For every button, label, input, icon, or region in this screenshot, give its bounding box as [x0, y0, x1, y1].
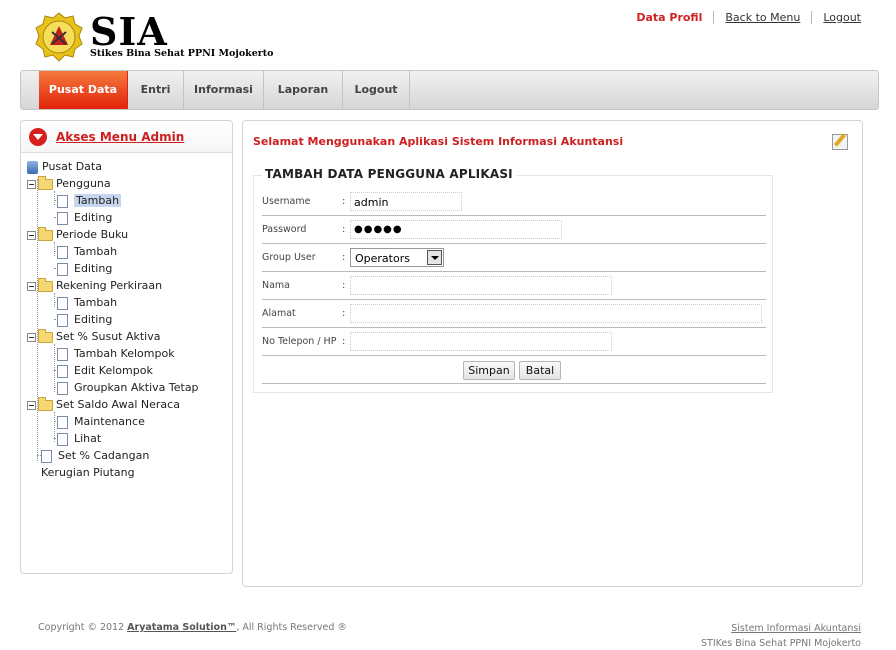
alamat-label: Alamat — [262, 308, 296, 319]
tree-item-tambah[interactable]: Tambah — [57, 295, 117, 311]
tree-item-editing[interactable]: Editing — [57, 312, 112, 328]
folder-open-icon — [38, 175, 53, 190]
row-group-user: Group User : Operators — [262, 244, 766, 272]
footer-app-link[interactable]: Sistem Informasi Akuntansi — [701, 621, 861, 636]
file-icon — [57, 415, 68, 429]
back-to-menu-link[interactable]: Back to Menu — [713, 11, 811, 24]
edit-note-icon[interactable] — [832, 134, 848, 150]
collapse-minus-icon[interactable] — [27, 332, 36, 342]
company-link[interactable]: Aryatama Solution™ — [127, 622, 236, 633]
tab-logout[interactable]: Logout — [343, 71, 410, 109]
tab-entri[interactable]: Entri — [128, 71, 184, 109]
row-telepon: No Telepon / HP : — [262, 328, 766, 356]
tab-informasi[interactable]: Informasi — [184, 71, 264, 109]
file-icon — [57, 364, 68, 378]
sidebar-header: Akses Menu Admin — [21, 121, 232, 153]
folder-open-icon — [38, 277, 53, 292]
stikes-seal-icon — [35, 12, 83, 62]
tree-folder-periode-buku[interactable]: Periode Buku — [27, 226, 128, 243]
logout-link[interactable]: Logout — [811, 11, 861, 24]
tree-item-kerugian-piutang[interactable]: Kerugian Piutang — [41, 465, 135, 481]
row-username: Username : admin — [262, 188, 766, 216]
telepon-input[interactable] — [350, 332, 612, 351]
file-icon — [41, 449, 52, 463]
folder-open-icon — [38, 396, 53, 411]
telepon-label: No Telepon / HP — [262, 336, 337, 347]
data-profil-link[interactable]: Data Profil — [625, 11, 713, 24]
tree-item-tambah-kelompok[interactable]: Tambah Kelompok — [57, 346, 175, 362]
password-input[interactable]: ●●●●● — [350, 220, 562, 239]
row-password: Password : ●●●●● — [262, 216, 766, 244]
file-icon — [57, 194, 68, 208]
tree-item-groupkan-aktiva-tetap[interactable]: Groupkan Aktiva Tetap — [57, 380, 199, 396]
file-icon — [57, 245, 68, 259]
footer-info: Sistem Informasi Akuntansi STIKes Bina S… — [701, 621, 861, 650]
tab-pusat-data[interactable]: Pusat Data — [39, 71, 128, 109]
top-links: Data Profil Back to Menu Logout — [625, 11, 861, 24]
tree-item-editing[interactable]: Editing — [57, 210, 112, 226]
computer-icon — [27, 160, 38, 174]
cancel-button[interactable]: Batal — [519, 361, 561, 380]
dropdown-arrow-icon[interactable] — [427, 250, 442, 265]
tab-laporan[interactable]: Laporan — [264, 71, 343, 109]
file-icon — [57, 313, 68, 327]
nama-input[interactable] — [350, 276, 612, 295]
main-nav: Pusat Data Entri Informasi Laporan Logou… — [20, 70, 879, 110]
file-icon — [57, 211, 68, 225]
nama-label: Nama — [262, 280, 291, 291]
collapse-minus-icon[interactable] — [27, 281, 36, 291]
tree-root-pusat-data[interactable]: Pusat Data — [27, 159, 102, 175]
folder-open-icon — [38, 226, 53, 241]
add-user-form: TAMBAH DATA PENGGUNA APLIKASI Username :… — [253, 167, 773, 393]
collapse-minus-icon[interactable] — [27, 400, 36, 410]
sidebar: Akses Menu Admin Pusat Data Pengguna Tam… — [20, 120, 233, 574]
username-label: Username — [262, 196, 311, 207]
sidebar-title[interactable]: Akses Menu Admin — [56, 130, 184, 144]
tree-folder-set-saldo-awal-neraca[interactable]: Set Saldo Awal Neraca — [27, 396, 180, 413]
footer-institution: STIKes Bina Sehat PPNI Mojokerto — [701, 638, 861, 649]
tree-folder-set-susut-aktiva[interactable]: Set % Susut Aktiva — [27, 328, 161, 345]
group-user-select[interactable]: Operators — [350, 248, 444, 267]
save-button[interactable]: Simpan — [463, 361, 515, 380]
tree-folder-pengguna[interactable]: Pengguna — [27, 175, 111, 192]
tree-item-set-cadangan[interactable]: Set % Cadangan — [41, 448, 149, 464]
group-user-label: Group User — [262, 252, 316, 263]
form-title: TAMBAH DATA PENGGUNA APLIKASI — [262, 167, 516, 181]
row-alamat: Alamat : — [262, 300, 766, 328]
app-logo-subtitle: Stikes Bina Sehat PPNI Mojokerto — [90, 48, 274, 59]
tree-item-tambah[interactable]: Tambah — [57, 244, 117, 260]
file-icon — [57, 347, 68, 361]
collapse-minus-icon[interactable] — [27, 230, 36, 240]
tree-item-lihat[interactable]: Lihat — [57, 431, 101, 447]
welcome-text: Selamat Menggunakan Aplikasi Sistem Info… — [253, 135, 624, 148]
tree-item-maintenance[interactable]: Maintenance — [57, 414, 145, 430]
collapse-arrow-icon[interactable] — [29, 128, 47, 146]
file-icon — [57, 296, 68, 310]
tree-item-edit-kelompok[interactable]: Edit Kelompok — [57, 363, 153, 379]
collapse-minus-icon[interactable] — [27, 179, 36, 189]
password-label: Password — [262, 224, 307, 235]
alamat-input[interactable] — [350, 304, 762, 323]
tree-item-editing[interactable]: Editing — [57, 261, 112, 277]
row-nama: Nama : — [262, 272, 766, 300]
file-icon — [57, 262, 68, 276]
tree-folder-rekening-perkiraan[interactable]: Rekening Perkiraan — [27, 277, 162, 294]
folder-open-icon — [38, 328, 53, 343]
content-panel: Selamat Menggunakan Aplikasi Sistem Info… — [242, 120, 863, 587]
footer-copyright: Copyright © 2012 Aryatama Solution™, All… — [38, 622, 347, 633]
file-icon — [57, 381, 68, 395]
file-icon — [57, 432, 68, 446]
username-input[interactable]: admin — [350, 192, 462, 211]
row-buttons: Simpan Batal — [262, 356, 766, 384]
tree-item-tambah[interactable]: Tambah — [57, 193, 122, 209]
